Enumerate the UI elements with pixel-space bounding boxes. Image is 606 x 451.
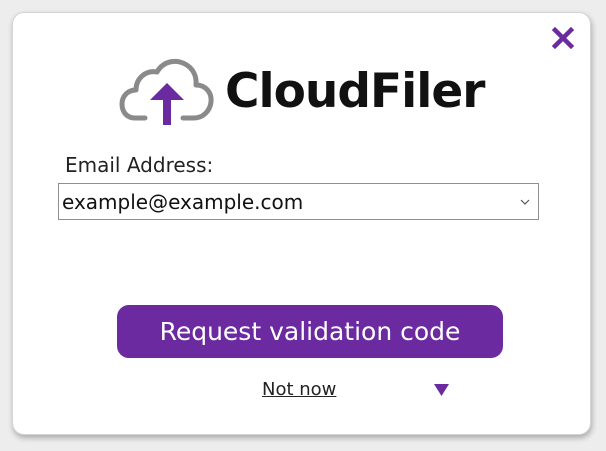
request-validation-code-label: Request validation code	[159, 317, 461, 346]
cloud-upload-icon	[119, 58, 214, 125]
email-label: Email Address:	[65, 153, 214, 177]
chevron-down-icon	[520, 199, 530, 205]
sign-in-dialog: CloudFiler Email Address: example@exampl…	[12, 12, 591, 435]
not-now-link[interactable]: Not now	[262, 379, 336, 401]
email-value: example@example.com	[62, 190, 304, 214]
triangle-down-icon[interactable]	[433, 383, 450, 397]
request-validation-code-button[interactable]: Request validation code	[117, 305, 503, 358]
email-dropdown[interactable]: example@example.com	[58, 183, 539, 220]
close-icon	[551, 26, 575, 50]
app-name: CloudFiler	[225, 64, 485, 119]
close-button[interactable]	[551, 26, 575, 50]
